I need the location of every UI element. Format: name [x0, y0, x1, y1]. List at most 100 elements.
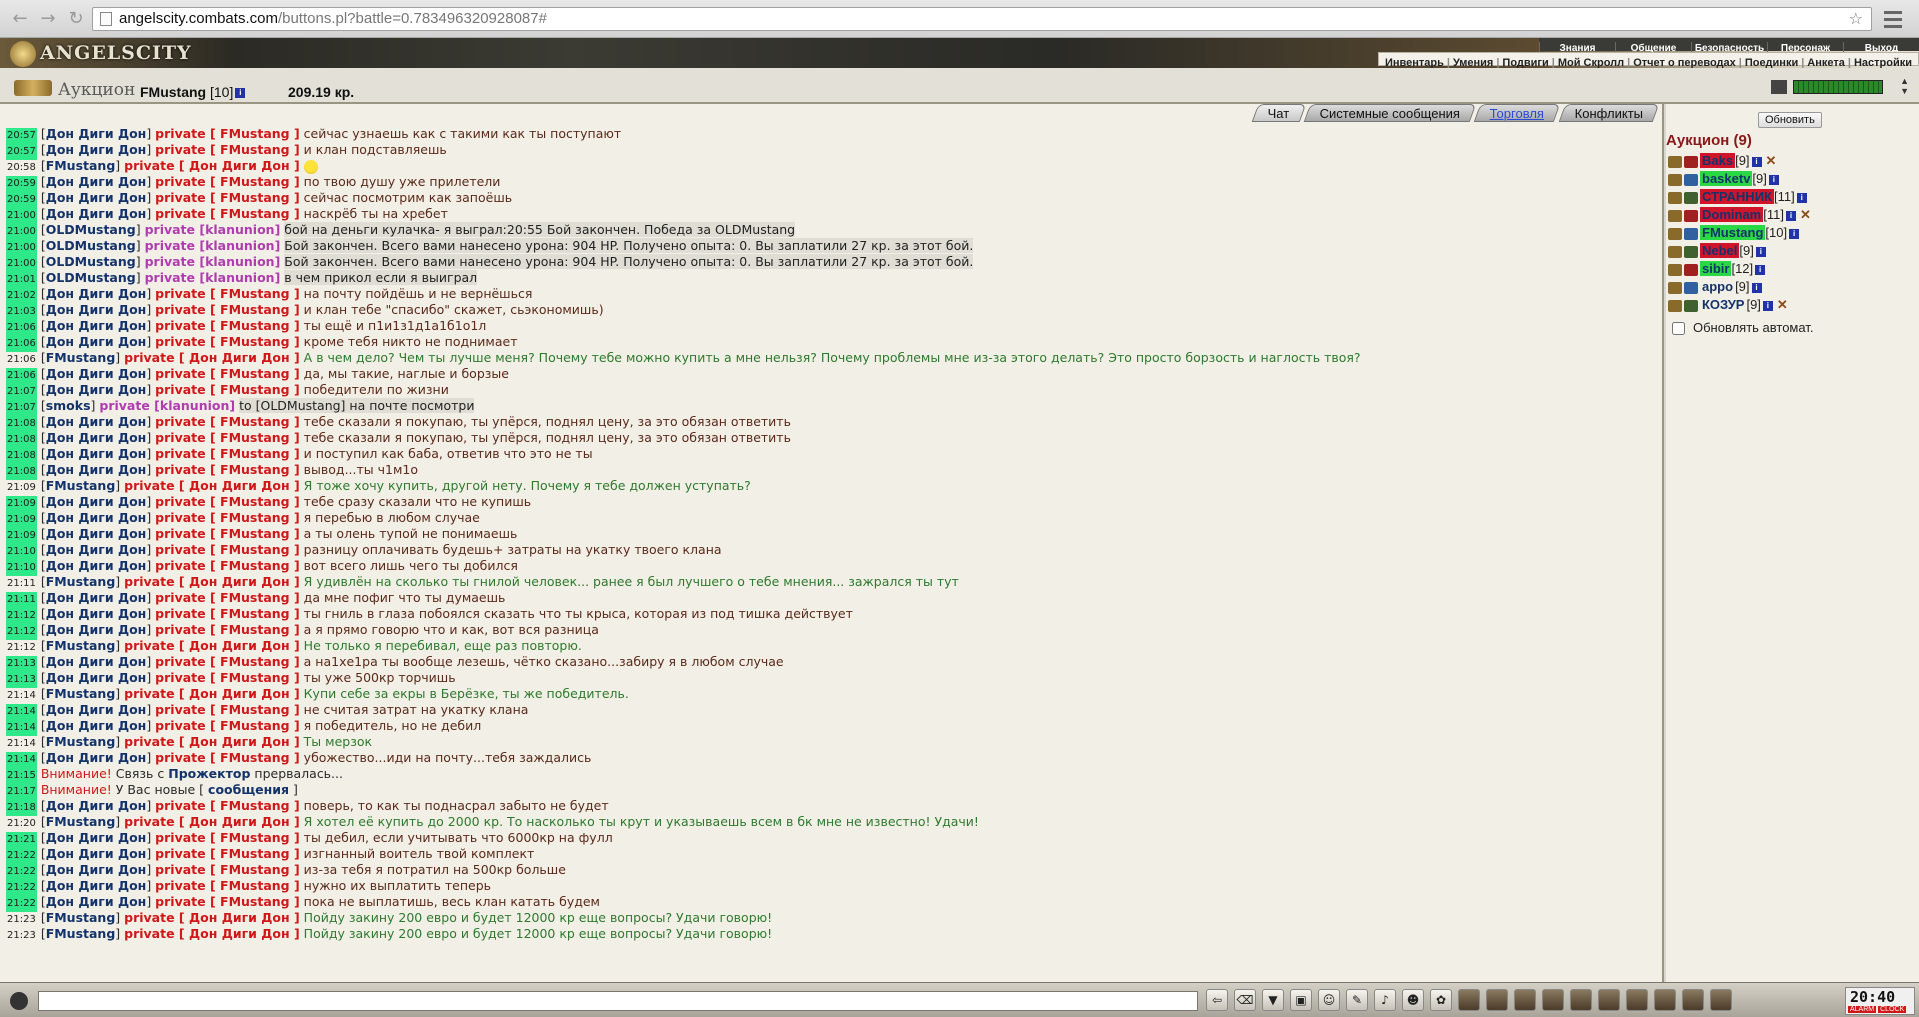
chat-tab[interactable]: Торговля — [1474, 104, 1561, 122]
recipient[interactable]: klanunion — [205, 222, 275, 237]
translit-icon[interactable]: ✎ — [1346, 989, 1368, 1011]
sender-nick[interactable]: OLDMustang — [46, 222, 136, 237]
recipient[interactable]: FMustang — [220, 526, 290, 541]
private-message-icon[interactable] — [1668, 209, 1682, 222]
private-message-icon[interactable] — [1668, 191, 1682, 204]
recipient[interactable]: Дон Диги Дон — [189, 638, 290, 653]
recipient[interactable]: FMustang — [220, 510, 290, 525]
recipient[interactable]: Дон Диги Дон — [189, 158, 290, 173]
info-icon[interactable]: i — [1762, 300, 1773, 311]
sender-nick[interactable]: Дон Диги Дон — [46, 190, 147, 205]
recipient[interactable]: klanunion — [205, 238, 275, 253]
clan-emblem-icon[interactable] — [1684, 155, 1698, 168]
recipient[interactable]: Дон Диги Дон — [189, 350, 290, 365]
refresh-button[interactable]: Обновить — [1758, 112, 1822, 128]
recipient[interactable]: Дон Диги Дон — [189, 926, 290, 941]
sender-nick[interactable]: Дон Диги Дон — [46, 526, 147, 541]
sender-nick[interactable]: FMustang — [46, 574, 116, 589]
user-name[interactable]: СТРАННИК — [1700, 189, 1774, 204]
game-logo[interactable]: ANGELSCITY — [10, 41, 192, 67]
recipient[interactable]: FMustang — [220, 430, 290, 445]
gear-icon[interactable] — [10, 992, 28, 1010]
recipient[interactable]: FMustang — [220, 286, 290, 301]
user-name[interactable]: КОЗУР — [1700, 297, 1746, 312]
sender-nick[interactable]: Дон Диги Дон — [46, 446, 147, 461]
clan-emblem-icon[interactable] — [1684, 281, 1698, 294]
recipient[interactable]: FMustang — [220, 862, 290, 877]
chat-input[interactable] — [38, 991, 1198, 1011]
auto-refresh-checkbox[interactable] — [1672, 322, 1685, 336]
info-icon[interactable]: i — [1755, 264, 1766, 275]
clan-emblem-icon[interactable] — [1684, 263, 1698, 276]
recipient[interactable]: FMustang — [220, 382, 290, 397]
sender-nick[interactable]: Дон Диги Дон — [46, 894, 147, 909]
skill-icon-6[interactable] — [1598, 989, 1620, 1011]
recipient[interactable]: FMustang — [220, 606, 290, 621]
user-name[interactable]: sibir — [1700, 261, 1732, 276]
private-message-icon[interactable] — [1668, 227, 1682, 240]
clan-emblem-icon[interactable] — [1684, 227, 1698, 240]
warning-link[interactable]: сообщения — [208, 782, 289, 797]
skill-icon-5[interactable] — [1570, 989, 1592, 1011]
recipient[interactable]: FMustang — [220, 750, 290, 765]
clan-icon[interactable]: ✿ — [1430, 989, 1452, 1011]
recipient[interactable]: klanunion — [160, 398, 230, 413]
info-icon[interactable]: i — [1751, 282, 1762, 293]
clan-emblem-icon[interactable] — [1684, 245, 1698, 258]
bookmark-star-icon[interactable]: ☆ — [1849, 8, 1863, 30]
user-name[interactable]: basketv — [1700, 171, 1753, 186]
info-icon[interactable]: i — [1785, 210, 1796, 221]
smile-icon[interactable]: ☻ — [1402, 989, 1424, 1011]
sender-nick[interactable]: Дон Диги Дон — [46, 206, 147, 221]
address-bar[interactable]: angelscity.combats.com/buttons.pl?battle… — [92, 7, 1872, 31]
recipient[interactable]: klanunion — [205, 270, 275, 285]
forward-arrow-icon[interactable]: → — [36, 7, 60, 31]
scroll-arrows-icon[interactable]: ▲ ▼ — [1900, 76, 1909, 96]
sender-nick[interactable]: Дон Диги Дон — [46, 286, 147, 301]
skill-icon-9[interactable] — [1682, 989, 1704, 1011]
sender-nick[interactable]: FMustang — [46, 478, 116, 493]
recipient[interactable]: FMustang — [220, 174, 290, 189]
info-icon[interactable]: i — [1796, 192, 1807, 203]
sender-nick[interactable]: Дон Диги Дон — [46, 830, 147, 845]
info-icon[interactable]: i — [1755, 246, 1766, 257]
clan-emblem-icon[interactable] — [1684, 299, 1698, 312]
sender-nick[interactable]: FMustang — [46, 814, 116, 829]
sender-nick[interactable]: Дон Диги Дон — [46, 494, 147, 509]
reload-icon[interactable]: ↻ — [64, 7, 88, 31]
info-icon[interactable]: i — [1768, 174, 1779, 185]
private-message-icon[interactable] — [1668, 263, 1682, 276]
recipient[interactable]: Дон Диги Дон — [189, 910, 290, 925]
eraser-icon[interactable]: ⌫ — [1234, 989, 1256, 1011]
sender-nick[interactable]: Дон Диги Дон — [46, 590, 147, 605]
sender-nick[interactable]: Дон Диги Дон — [46, 510, 147, 525]
clan-emblem-icon[interactable] — [1684, 191, 1698, 204]
sender-nick[interactable]: smoks — [46, 398, 91, 413]
recipient[interactable]: FMustang — [220, 558, 290, 573]
recipient[interactable]: FMustang — [220, 894, 290, 909]
sender-nick[interactable]: Дон Диги Дон — [46, 366, 147, 381]
info-icon[interactable]: i — [1789, 228, 1800, 239]
sound-icon[interactable]: ♪ — [1374, 989, 1396, 1011]
skill-icon-7[interactable] — [1626, 989, 1648, 1011]
info-icon[interactable]: i — [235, 88, 246, 99]
sender-nick[interactable]: Дон Диги Дон — [46, 142, 147, 157]
save-icon[interactable]: ▣ — [1290, 989, 1312, 1011]
recipient[interactable]: FMustang — [220, 718, 290, 733]
recipient[interactable]: Дон Диги Дон — [189, 478, 290, 493]
sender-nick[interactable]: Дон Диги Дон — [46, 798, 147, 813]
sender-nick[interactable]: Дон Диги Дон — [46, 702, 147, 717]
sender-nick[interactable]: Дон Диги Дон — [46, 430, 147, 445]
recipient[interactable]: FMustang — [220, 798, 290, 813]
sender-nick[interactable]: Дон Диги Дон — [46, 718, 147, 733]
private-message-icon[interactable] — [1668, 299, 1682, 312]
sender-nick[interactable]: Дон Диги Дон — [46, 462, 147, 477]
recipient[interactable]: FMustang — [220, 318, 290, 333]
user-name[interactable]: FMustang — [1700, 225, 1766, 240]
recipient[interactable]: FMustang — [220, 334, 290, 349]
sender-nick[interactable]: Дон Диги Дон — [46, 846, 147, 861]
user-name[interactable]: Dominam — [1700, 207, 1764, 222]
recipient[interactable]: FMustang — [220, 542, 290, 557]
recipient[interactable]: FMustang — [220, 590, 290, 605]
info-icon[interactable]: i — [1751, 156, 1762, 167]
